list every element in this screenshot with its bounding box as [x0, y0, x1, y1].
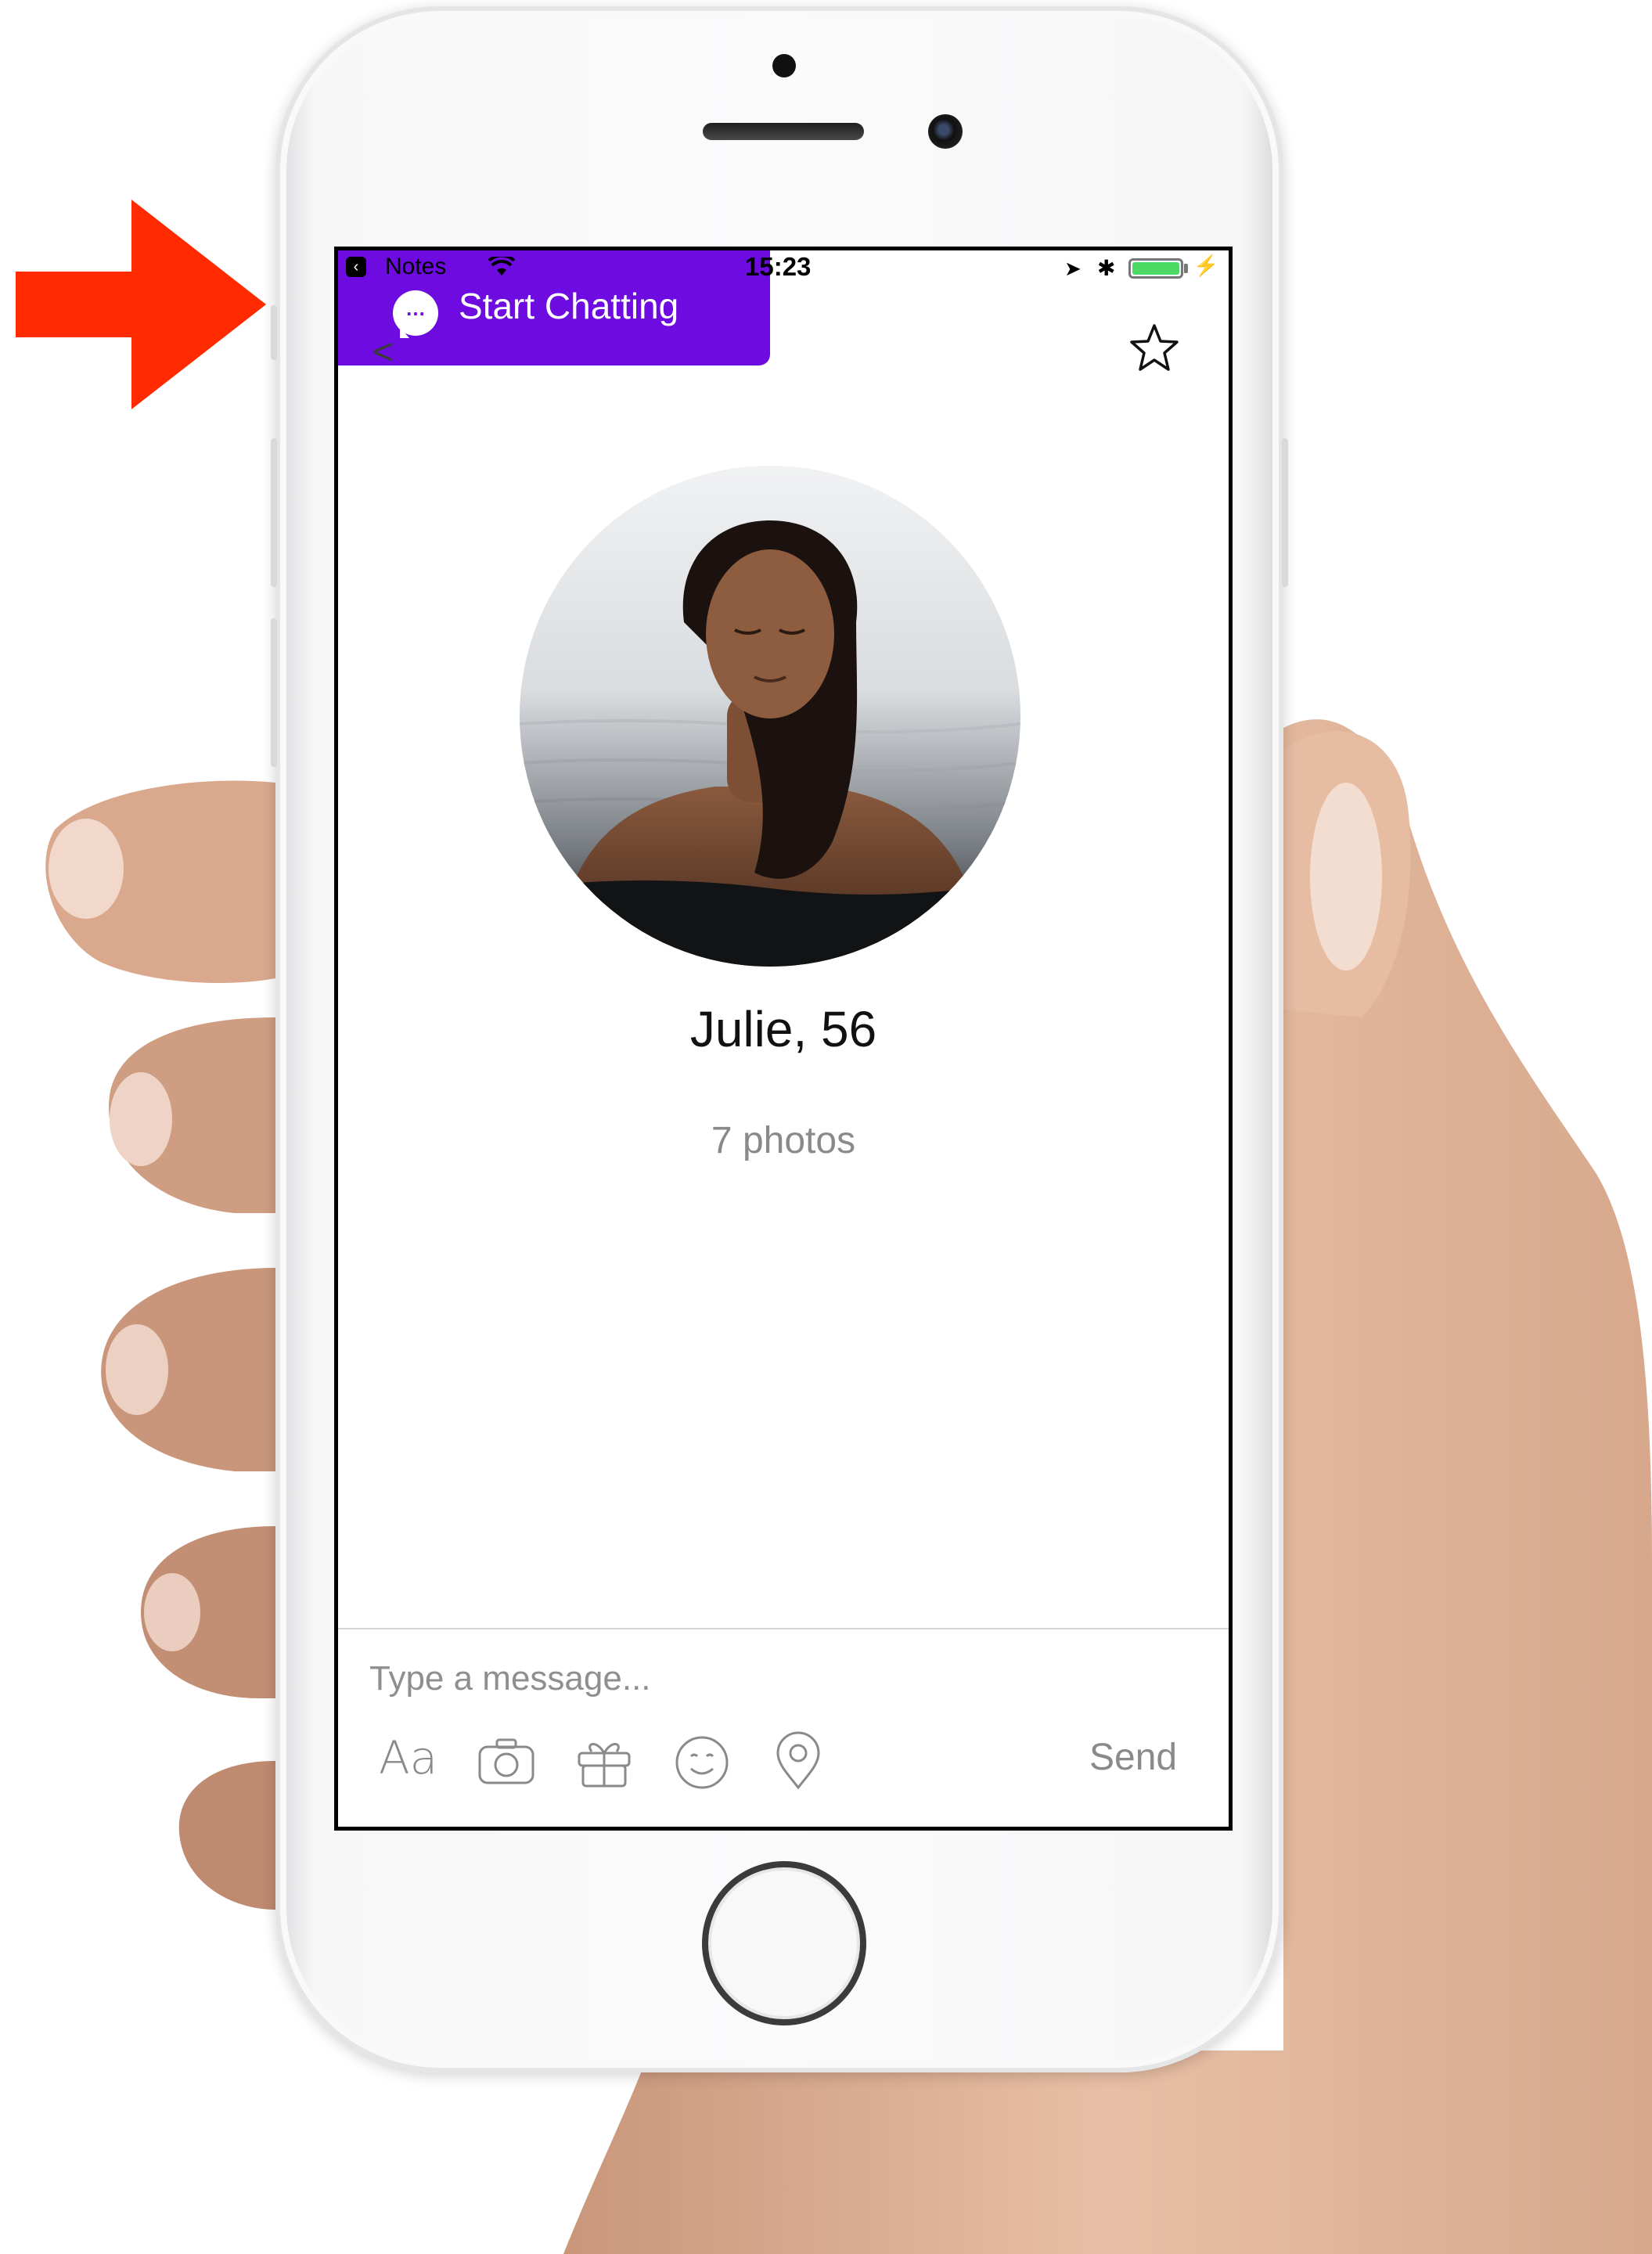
- mute-switch: [271, 305, 277, 360]
- front-camera: [928, 114, 963, 149]
- battery-tip: [1184, 264, 1188, 273]
- wifi-icon: [488, 257, 515, 275]
- home-button[interactable]: [702, 1861, 866, 2025]
- volume-up-button: [271, 438, 277, 587]
- camera-icon[interactable]: [475, 1730, 538, 1792]
- annotation-arrow: [16, 200, 266, 409]
- bluetooth-icon: ✱: [1097, 256, 1116, 280]
- power-button: [1282, 438, 1288, 587]
- status-bar: ‹ Notes 15:23 ➤ ✱ ⚡: [338, 250, 1229, 282]
- battery-icon: [1128, 258, 1183, 279]
- composer-divider: [338, 1628, 1229, 1629]
- banner-label: Start Chatting: [459, 286, 679, 326]
- proximity-sensor: [772, 54, 796, 77]
- profile-avatar[interactable]: [520, 466, 1020, 967]
- back-to-app-label[interactable]: Notes: [385, 254, 446, 280]
- back-to-app-icon[interactable]: ‹: [346, 257, 366, 277]
- location-arrow-icon: ➤: [1064, 257, 1082, 280]
- photo-count-link[interactable]: 7 photos: [338, 1119, 1229, 1162]
- battery-level: [1132, 262, 1179, 275]
- back-chevron-icon[interactable]: <: [373, 330, 394, 373]
- volume-down-button: [271, 618, 277, 767]
- star-icon[interactable]: [1128, 322, 1180, 374]
- earpiece-speaker: [703, 123, 864, 140]
- status-time: 15:23: [745, 252, 812, 281]
- emoji-icon[interactable]: [671, 1730, 733, 1792]
- message-input[interactable]: [369, 1651, 1074, 1706]
- font-icon[interactable]: Aa: [379, 1731, 437, 1784]
- app-screen: … Start Chatting ‹ Notes 15:23 ➤ ✱ ⚡ < J…: [334, 247, 1233, 1831]
- profile-name: Julie, 56: [689, 1001, 877, 1057]
- location-pin-icon[interactable]: [767, 1730, 830, 1792]
- send-button[interactable]: Send: [1089, 1736, 1177, 1779]
- chat-bubble-tail: [400, 327, 417, 338]
- gift-icon[interactable]: [573, 1730, 635, 1792]
- charging-bolt-icon: ⚡: [1193, 254, 1219, 277]
